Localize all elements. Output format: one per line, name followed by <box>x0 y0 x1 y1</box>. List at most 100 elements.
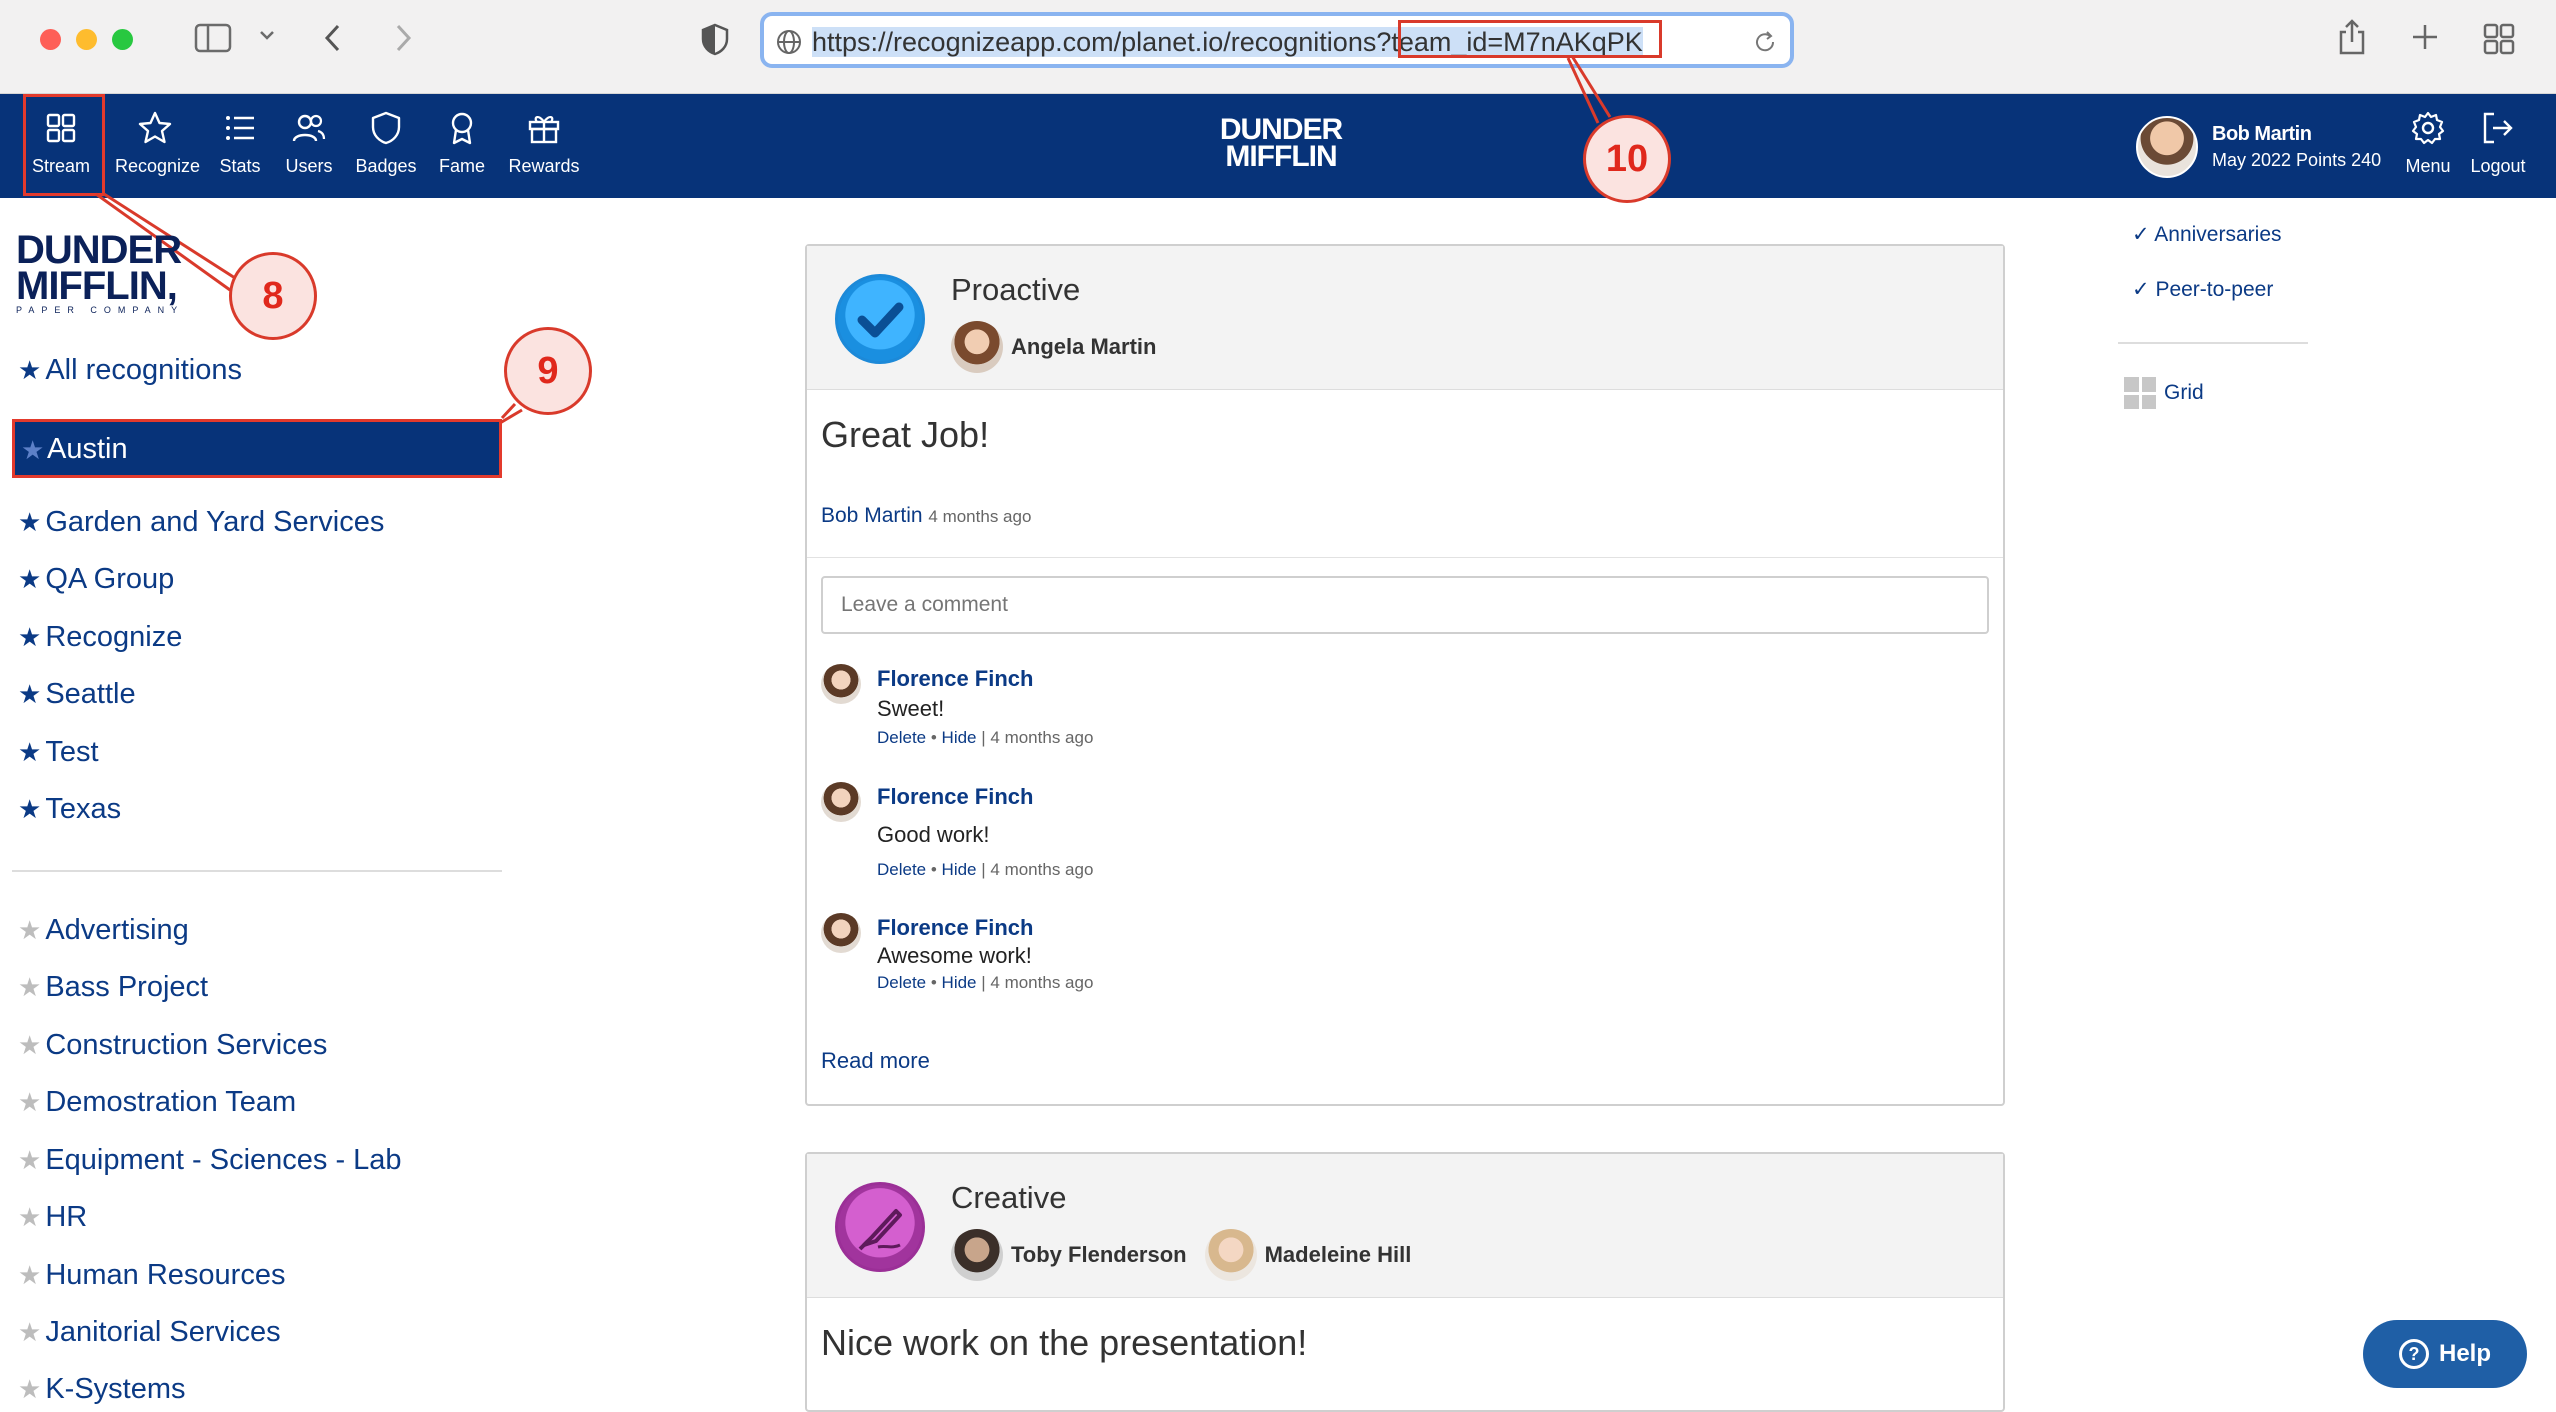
team-austin-active[interactable]: ★ Austin <box>12 419 502 478</box>
team-human-resources[interactable]: ★ Human Resources <box>18 1259 285 1292</box>
star-icon: ★ <box>18 564 42 594</box>
comment-author[interactable]: Florence Finch <box>877 784 1033 810</box>
star-outline-icon[interactable]: ★ <box>18 1202 41 1232</box>
delete-link[interactable]: Delete <box>877 973 926 992</box>
team-label: K-Systems <box>45 1373 186 1405</box>
recognition-message: Great Job! <box>821 414 990 455</box>
avatar <box>821 913 861 953</box>
team-label: Test <box>45 736 99 768</box>
comment-meta: Delete • Hide | 4 months ago <box>877 728 1094 747</box>
team-garden-and-yard-services[interactable]: ★ Garden and Yard Services <box>18 506 384 539</box>
recipient-name: Toby Flenderson <box>1011 1242 1187 1267</box>
team-qa-group[interactable]: ★ QA Group <box>18 563 174 596</box>
comment-author[interactable]: Florence Finch <box>877 915 1033 941</box>
team-equipment-sciences-lab[interactable]: ★ Equipment - Sciences - Lab <box>18 1144 402 1177</box>
team-k-systems[interactable]: ★ K-Systems <box>18 1373 186 1406</box>
star-icon: ★ <box>18 507 42 537</box>
team-test[interactable]: ★ Test <box>18 736 99 769</box>
recipient-name: Angela Martin <box>1011 334 1157 359</box>
read-more-link[interactable]: Read more <box>821 1048 930 1074</box>
recognition-card: Proactive Angela Martin Great Job! Bob M… <box>805 244 2005 1106</box>
star-outline-icon[interactable]: ★ <box>18 1087 41 1117</box>
avatar <box>821 664 861 704</box>
grid-view-link[interactable]: Grid <box>2164 381 2204 405</box>
comment-text: Awesome work! <box>877 943 1032 968</box>
badge-title[interactable]: Proactive <box>951 272 1080 308</box>
team-label: Austin <box>47 433 128 465</box>
filter-anniversaries[interactable]: ✓ Anniversaries <box>2132 222 2282 247</box>
card-header: Creative Toby Flenderson Madeleine Hill <box>807 1154 2003 1298</box>
star-icon: ★ <box>18 679 42 709</box>
team-label: Texas <box>45 793 122 825</box>
team-label: Advertising <box>45 914 189 946</box>
filter-label: Anniversaries <box>2154 223 2282 246</box>
callout-10: 10 <box>1583 115 1671 203</box>
recipients: Toby Flenderson Madeleine Hill <box>951 1229 1411 1281</box>
proactive-badge-icon[interactable] <box>835 274 925 364</box>
callout-8: 8 <box>229 252 317 340</box>
team-label: Seattle <box>45 678 136 710</box>
grid-icon[interactable] <box>2124 377 2156 409</box>
team-hr[interactable]: ★ HR <box>18 1201 87 1234</box>
comment-text: Good work! <box>877 822 990 847</box>
comment-author[interactable]: Florence Finch <box>877 666 1033 692</box>
recipient[interactable]: Toby Flenderson <box>951 1229 1187 1281</box>
star-outline-icon[interactable]: ★ <box>18 1260 41 1290</box>
hide-link[interactable]: Hide <box>942 728 977 747</box>
hide-link[interactable]: Hide <box>942 973 977 992</box>
sender-time: 4 months ago <box>928 507 1032 526</box>
team-texas[interactable]: ★ Texas <box>18 793 121 826</box>
recipient[interactable]: Madeleine Hill <box>1204 1229 1412 1281</box>
star-icon: ★ <box>18 622 42 652</box>
star-outline-icon[interactable]: ★ <box>18 1317 41 1347</box>
team-all-recognitions[interactable]: ★ All recognitions <box>18 354 242 387</box>
star-outline-icon[interactable]: ★ <box>18 1030 41 1060</box>
team-advertising[interactable]: ★ Advertising <box>18 914 189 947</box>
help-button[interactable]: ? Help <box>2363 1320 2527 1388</box>
comment-input[interactable] <box>821 576 1989 634</box>
sidebar-divider <box>12 870 502 872</box>
recipient-name: Madeleine Hill <box>1264 1242 1412 1267</box>
team-label: Janitorial Services <box>45 1316 281 1348</box>
check-icon: ✓ <box>2132 223 2155 246</box>
avatar <box>821 782 861 822</box>
comment-meta: Delete • Hide | 4 months ago <box>877 860 1094 879</box>
hide-link[interactable]: Hide <box>942 860 977 879</box>
help-label: Help <box>2438 1340 2491 1367</box>
team-construction-services[interactable]: ★ Construction Services <box>18 1029 327 1062</box>
star-outline-icon[interactable]: ★ <box>18 1145 41 1175</box>
filter-peer-to-peer[interactable]: ✓ Peer-to-peer <box>2132 277 2273 302</box>
delete-link[interactable]: Delete <box>877 860 926 879</box>
star-outline-icon[interactable]: ★ <box>18 1374 41 1404</box>
question-icon: ? <box>2398 1339 2429 1369</box>
recipient[interactable]: Angela Martin <box>951 321 1156 373</box>
team-janitorial-services[interactable]: ★ Janitorial Services <box>18 1316 281 1349</box>
team-label: All recognitions <box>45 354 242 386</box>
logo-line1: DUNDER <box>16 228 182 272</box>
logo-sub: PAPER COMPANY <box>16 305 185 315</box>
team-seattle[interactable]: ★ Seattle <box>18 678 136 711</box>
avatar <box>951 1229 1003 1281</box>
sender: Bob Martin 4 months ago <box>821 504 1031 528</box>
team-label: Human Resources <box>45 1259 286 1291</box>
comment-time: 4 months ago <box>990 728 1094 747</box>
avatar <box>1204 1229 1257 1281</box>
star-outline-icon[interactable]: ★ <box>18 915 41 945</box>
delete-link[interactable]: Delete <box>877 728 926 747</box>
card-header: Proactive Angela Martin <box>807 246 2003 390</box>
recipients: Angela Martin <box>951 321 1156 373</box>
recognition-message: Nice work on the presentation! <box>821 1322 1308 1363</box>
star-outline-icon[interactable]: ★ <box>18 972 41 1002</box>
team-label: HR <box>45 1201 88 1233</box>
check-icon: ✓ <box>2132 278 2156 301</box>
sender-name[interactable]: Bob Martin <box>821 504 923 527</box>
team-recognize[interactable]: ★ Recognize <box>18 621 182 654</box>
creative-badge-icon[interactable] <box>835 1182 925 1272</box>
comment-text: Sweet! <box>877 696 945 721</box>
badge-title[interactable]: Creative <box>951 1180 1066 1216</box>
team-label: Construction Services <box>45 1029 328 1061</box>
avatar <box>951 321 1003 373</box>
team-label: Equipment - Sciences - Lab <box>45 1144 402 1176</box>
team-bass-project[interactable]: ★ Bass Project <box>18 971 208 1004</box>
team-demostration-team[interactable]: ★ Demostration Team <box>18 1086 296 1119</box>
